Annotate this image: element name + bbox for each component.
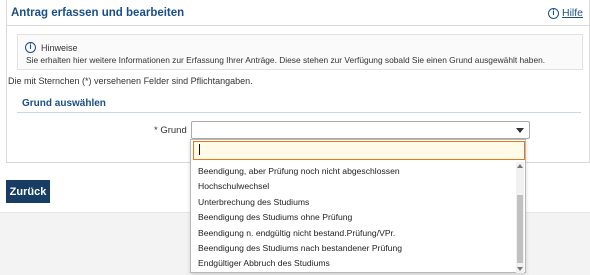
help-link[interactable]: i Hilfe [547,7,583,19]
section-divider [17,112,581,113]
panel-title: Antrag erfassen und bearbeiten [11,7,185,19]
dropdown-option[interactable]: Beendigung des Studiums nach bestandener… [191,241,515,256]
hints-header: i Hinweise [25,42,78,53]
dropdown-option[interactable]: Beendigung n. endgültig nicht bestand.Pr… [191,226,515,241]
chevron-down-icon [516,128,524,133]
hints-box: i Hinweise Sie erhalten hier weitere Inf… [17,34,583,70]
scrollbar-thumb[interactable] [517,195,523,263]
text-cursor [199,144,200,155]
back-button[interactable]: Zurück [6,180,50,203]
dropdown-search-wrap [193,140,525,160]
dropdown-search-input[interactable] [193,140,525,160]
dropdown-option[interactable]: Hochschulwechsel [191,179,515,194]
info-icon: i [547,7,559,19]
reason-dropdown: Beendigung, aber Prüfung noch nicht abge… [190,139,526,273]
dropdown-options: Beendigung, aber Prüfung noch nicht abge… [191,164,515,272]
scroll-up-icon[interactable] [517,164,523,168]
reason-select[interactable] [191,121,530,139]
help-label: Hilfe [561,7,583,19]
dropdown-option[interactable]: Beendigung, aber Prüfung noch nicht abge… [191,164,515,179]
dropdown-option[interactable]: Beendigung des Studiums ohne Prüfung [191,210,515,225]
dropdown-scrollbar[interactable] [516,162,524,273]
required-fields-note: Die mit Sternchen (*) versehenen Felder … [8,76,253,86]
section-title: Grund auswählen [22,98,106,109]
info-icon: i [25,42,36,53]
title-divider [7,25,589,26]
dropdown-option[interactable]: Endgültiger Abbruch des Studiums [191,256,515,271]
scroll-down-icon[interactable] [517,267,523,271]
dropdown-option[interactable]: Unterbrechung des Studiums [191,195,515,210]
hints-heading: Hinweise [41,42,78,53]
hints-text: Sie erhalten hier weitere Informationen … [26,55,546,65]
reason-label: * Grund [154,125,187,136]
